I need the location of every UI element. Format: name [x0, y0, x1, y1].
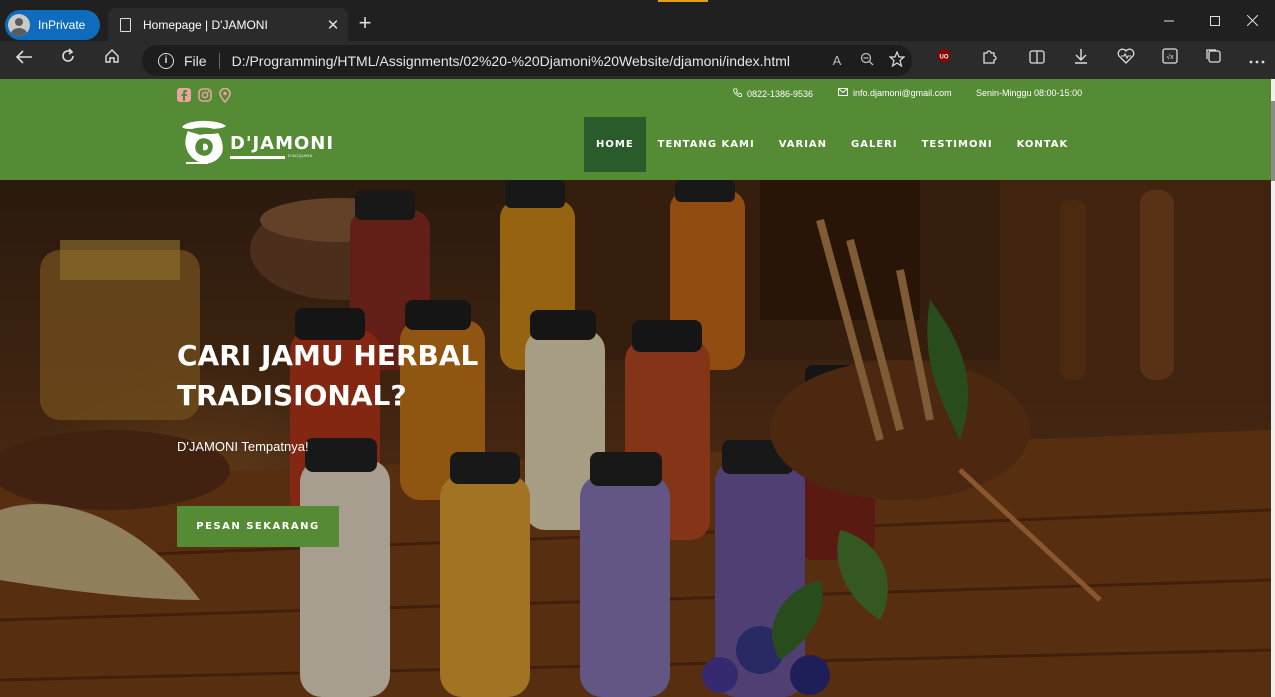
nav-item-galeri[interactable]: GALERI [839, 117, 910, 172]
read-aloud-icon[interactable]: A [822, 53, 852, 68]
main-navigation: HOME TENTANG KAMI VARIAN GALERI TESTIMON… [584, 117, 1080, 172]
address-scheme: File [184, 52, 207, 69]
phone-number: 0822-1386-9536 [747, 88, 814, 99]
nav-item-varian[interactable]: VARIAN [767, 117, 839, 172]
nav-item-home[interactable]: HOME [584, 117, 646, 172]
address-url[interactable]: D:/Programming/HTML/Assignments/02%20-%2… [232, 53, 822, 69]
tab-close-icon[interactable]: ✕ [318, 16, 348, 34]
refresh-icon [62, 48, 74, 62]
minimize-icon [1164, 20, 1174, 22]
browser-toolbar: i File D:/Programming/HTML/Assignments/0… [0, 41, 1275, 79]
site-header: 0822-1386-9536 info.djamoni@gmail.com Se… [0, 79, 1275, 180]
split-screen-icon[interactable] [1024, 48, 1050, 72]
email-address: info.djamoni@gmail.com [853, 88, 952, 98]
new-tab-button[interactable]: + [354, 12, 376, 34]
math-solver-icon[interactable]: √x [1157, 48, 1183, 72]
mail-icon [838, 88, 848, 98]
hero-subtitle: D'JAMONI Tempatnya! [177, 439, 309, 454]
logo-underline [230, 156, 285, 159]
contact-phone[interactable]: 0822-1386-9536 [733, 88, 813, 99]
contact-email[interactable]: info.djamoni@gmail.com [838, 88, 952, 98]
scrollbar-thumb[interactable] [1271, 101, 1275, 181]
page-icon [120, 17, 131, 32]
tab-title: Homepage | D'JAMONI [143, 17, 268, 32]
hours-text: Senin-Minggu 08:00-15:00 [976, 88, 1083, 98]
profile-avatar-icon [8, 14, 30, 36]
titlebar-accent [658, 0, 708, 2]
zoom-icon[interactable] [852, 52, 882, 69]
web-page: 0822-1386-9536 info.djamoni@gmail.com Se… [0, 79, 1275, 697]
hero-section: CARI JAMU HERBAL TRADISIONAL? D'JAMONI T… [0, 180, 1271, 697]
logo-brand-text: D'JAMONI [230, 133, 335, 154]
svg-text:√x: √x [1166, 53, 1174, 61]
opening-hours: Senin-Minggu 08:00-15:00 [976, 88, 1082, 98]
collections-icon[interactable] [1201, 48, 1227, 72]
facebook-icon[interactable] [177, 88, 191, 102]
refresh-button[interactable] [55, 48, 81, 72]
nav-item-tentang-kami[interactable]: TENTANG KAMI [646, 117, 767, 172]
hero-title: CARI JAMU HERBAL TRADISIONAL? [177, 339, 479, 412]
maximize-icon [1210, 16, 1220, 26]
address-divider [218, 52, 220, 69]
phone-icon [733, 88, 742, 99]
nav-item-testimoni[interactable]: TESTIMONI [910, 117, 1005, 172]
browser-tab[interactable]: Homepage | D'JAMONI ✕ [108, 8, 348, 41]
home-icon [105, 49, 119, 63]
instagram-icon[interactable] [198, 88, 212, 102]
browser-essentials-icon[interactable] [1113, 48, 1139, 72]
page-scrollbar[interactable] [1271, 79, 1275, 697]
back-button[interactable] [11, 48, 37, 72]
logo-tagline: D'ACQUIRA [288, 153, 313, 158]
logo-emblem-icon [182, 120, 226, 164]
minimize-button[interactable] [1146, 8, 1192, 34]
settings-more-icon[interactable] [1244, 48, 1270, 72]
favorite-star-icon[interactable] [882, 50, 912, 70]
window-close-icon [1246, 14, 1258, 27]
site-logo[interactable]: D'JAMONI D'ACQUIRA [178, 117, 338, 169]
back-arrow-icon [15, 50, 32, 64]
order-now-button[interactable]: PESAN SEKARANG [177, 506, 339, 547]
downloads-icon[interactable] [1068, 48, 1094, 72]
ublock-extension-icon[interactable]: UO [931, 48, 957, 72]
extensions-puzzle-icon[interactable] [976, 48, 1002, 72]
inprivate-label: InPrivate [38, 18, 86, 32]
address-bar[interactable]: i File D:/Programming/HTML/Assignments/0… [142, 45, 912, 76]
inprivate-button[interactable]: InPrivate [5, 10, 100, 40]
site-info-icon[interactable]: i [158, 52, 174, 69]
nav-item-kontak[interactable]: KONTAK [1005, 117, 1081, 172]
home-button[interactable] [99, 48, 125, 72]
window-close-button[interactable] [1229, 8, 1275, 34]
svg-text:UO: UO [940, 55, 949, 61]
location-pin-icon[interactable] [219, 87, 233, 104]
browser-titlebar: InPrivate Homepage | D'JAMONI ✕ + [0, 0, 1275, 41]
